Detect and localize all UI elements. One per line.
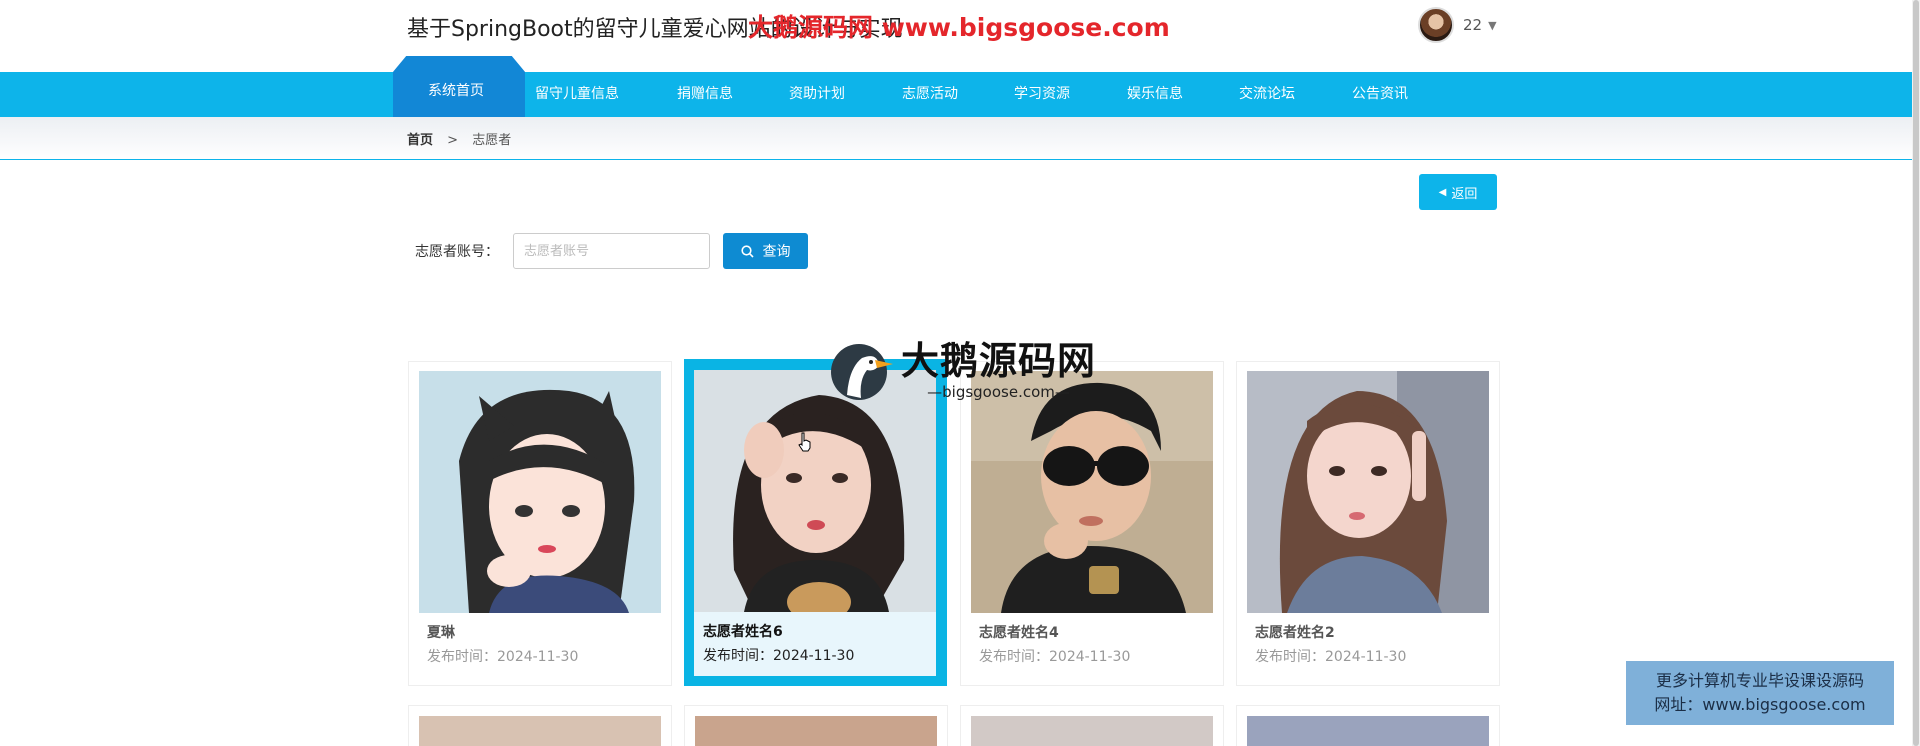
volunteer-card[interactable]: 夏琳 发布时间：2024-11-30	[408, 361, 672, 686]
back-button[interactable]: ◀ 返回	[1419, 174, 1497, 210]
volunteer-photo[interactable]	[971, 371, 1213, 613]
breadcrumb: 首页 > 志愿者	[407, 129, 511, 148]
nav-item-learning-resources[interactable]: 学习资源	[1014, 72, 1070, 117]
volunteer-card[interactable]	[1236, 705, 1500, 746]
volunteer-card[interactable]	[684, 705, 948, 746]
volunteer-name: 志愿者姓名4	[979, 625, 1059, 641]
publish-date: 发布时间：2024-11-30	[979, 649, 1131, 665]
volunteer-card[interactable]	[960, 705, 1224, 746]
publish-date: 发布时间：2024-11-30	[427, 649, 579, 665]
nav-item-entertainment[interactable]: 娱乐信息	[1127, 72, 1183, 117]
scrollbar[interactable]	[1912, 0, 1920, 746]
back-button-label: 返回	[1451, 186, 1478, 202]
volunteer-card[interactable]	[408, 705, 672, 746]
nav-item-announcements[interactable]: 公告资讯	[1352, 72, 1408, 117]
user-name: 22	[1463, 16, 1483, 34]
volunteer-card-active[interactable]: 志愿者姓名6 发布时间：2024-11-30	[684, 359, 947, 686]
breadcrumb-bar	[0, 117, 1912, 160]
goose-logo-icon	[831, 344, 893, 400]
breadcrumb-home[interactable]: 首页	[407, 133, 433, 148]
corner-ad-line1: 更多计算机专业毕设课设源码	[1655, 671, 1864, 690]
watermark-text: 大鹅源码网 www.bigsgoose.com	[748, 13, 1170, 42]
search-icon	[740, 244, 754, 258]
search-label: 志愿者账号：	[415, 244, 499, 260]
volunteer-card[interactable]: 志愿者姓名2 发布时间：2024-11-30	[1236, 361, 1500, 686]
nav-item-children-info[interactable]: 留守儿童信息	[535, 72, 619, 117]
search-button[interactable]: 查询	[723, 233, 808, 269]
breadcrumb-current: 志愿者	[472, 133, 512, 148]
nav-item-home[interactable]: 系统首页	[428, 70, 484, 115]
nav-item-donations[interactable]: 捐赠信息	[677, 72, 733, 117]
watermark-title: 大鹅源码网	[901, 339, 1097, 383]
corner-ad-line2: 网址：www.bigsgoose.com	[1654, 695, 1866, 714]
volunteer-card[interactable]: 志愿者姓名4 发布时间：2024-11-30	[960, 361, 1224, 686]
volunteer-photo[interactable]	[695, 716, 937, 746]
nav-item-funding-plan[interactable]: 资助计划	[789, 72, 845, 117]
search-input[interactable]	[513, 233, 710, 269]
search-button-label: 查询	[762, 244, 791, 260]
user-menu[interactable]: 22 ▼	[1418, 7, 1497, 43]
volunteer-photo[interactable]	[694, 370, 936, 612]
volunteer-photo[interactable]	[971, 716, 1213, 746]
hand-cursor-icon	[798, 432, 811, 452]
nav-item-volunteer-activities[interactable]: 志愿活动	[902, 72, 958, 117]
corner-ad[interactable]: 更多计算机专业毕设课设源码 网址：www.bigsgoose.com	[1626, 661, 1894, 725]
watermark-subtitle: —bigsgoose.com—	[927, 383, 1070, 401]
chevron-down-icon[interactable]: ▼	[1488, 19, 1496, 32]
volunteer-photo[interactable]	[419, 716, 661, 746]
volunteer-photo[interactable]	[1247, 371, 1489, 613]
volunteer-name: 夏琳	[427, 625, 455, 641]
volunteer-name: 志愿者姓名6	[703, 624, 783, 640]
volunteer-photo[interactable]	[419, 371, 661, 613]
publish-date: 发布时间：2024-11-30	[1255, 649, 1407, 665]
caret-left-icon: ◀	[1438, 186, 1447, 198]
volunteer-photo[interactable]	[1247, 716, 1489, 746]
nav-item-forum[interactable]: 交流论坛	[1239, 72, 1295, 117]
volunteer-name: 志愿者姓名2	[1255, 625, 1335, 641]
avatar[interactable]	[1418, 7, 1454, 43]
center-watermark: 大鹅源码网 —bigsgoose.com—	[827, 340, 1096, 402]
scrollbar-thumb[interactable]	[1913, 0, 1919, 746]
publish-date: 发布时间：2024-11-30	[703, 648, 855, 664]
breadcrumb-separator: >	[447, 133, 459, 148]
